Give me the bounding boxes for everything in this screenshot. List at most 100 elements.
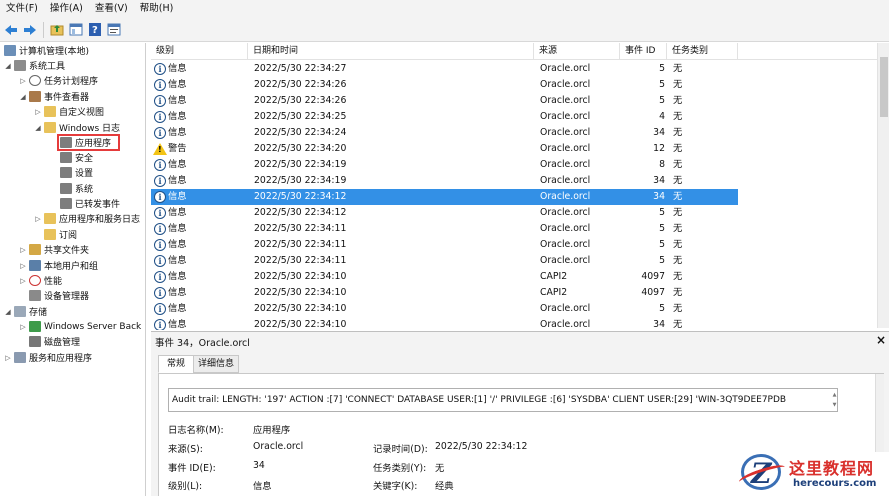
table-row[interactable]: i 信息 2022/5/30 22:34:10 Oracle.orcl 5 无 xyxy=(151,301,738,317)
table-row[interactable]: i 信息 2022/5/30 22:34:26 Oracle.orcl 5 无 xyxy=(151,77,738,93)
tree-item-root[interactable]: 计算机管理(本地) xyxy=(2,43,89,58)
menu-bar: 文件(F) 操作(A) 查看(V) 帮助(H) xyxy=(0,0,889,18)
cell-level: 信息 xyxy=(168,223,187,234)
collapsed-arrow-icon[interactable]: ▷ xyxy=(34,108,42,116)
collapsed-arrow-icon[interactable]: ▷ xyxy=(19,262,27,270)
table-row[interactable]: i 信息 2022/5/30 22:34:24 Oracle.orcl 34 无 xyxy=(151,125,738,141)
table-row[interactable]: i 信息 2022/5/30 22:34:12 Oracle.orcl 5 无 xyxy=(151,205,738,221)
toolbar-separator xyxy=(43,21,44,38)
tree-item-disk-management[interactable]: 磁盘管理 xyxy=(27,334,80,349)
tree-item-apps-services-logs[interactable]: ▷ 应用程序和服务日志 xyxy=(34,211,140,226)
tree-item-forwarded-events[interactable]: 已转发事件 xyxy=(58,196,120,211)
table-row[interactable]: i 信息 2022/5/30 22:34:19 Oracle.orcl 34 无 xyxy=(151,173,738,189)
event-id-label: 事件 ID(E): xyxy=(168,463,216,474)
tree-item-task-scheduler[interactable]: ▷ 任务计划程序 xyxy=(19,73,98,88)
cell-event-id: 12 xyxy=(653,143,665,154)
cell-task-category: 无 xyxy=(673,175,683,186)
cell-event-id: 5 xyxy=(659,303,665,314)
back-arrow-icon[interactable] xyxy=(3,22,19,38)
log-name-label: 日志名称(M): xyxy=(168,425,224,436)
column-header-level[interactable]: 级别 xyxy=(151,43,248,60)
up-folder-icon[interactable] xyxy=(49,22,65,38)
highlight-annotation-box xyxy=(57,134,120,151)
keywords-value: 经典 xyxy=(435,481,454,492)
show-hide-tree-icon[interactable] xyxy=(68,22,84,38)
tree-item-shared-folders[interactable]: ▷ 共享文件夹 xyxy=(19,242,89,257)
collapsed-arrow-icon[interactable]: ▷ xyxy=(4,354,12,362)
cell-level: 信息 xyxy=(168,63,187,74)
table-row[interactable]: i 信息 2022/5/30 22:34:10 Oracle.orcl 34 无 xyxy=(151,317,738,330)
menu-file[interactable]: 文件(F) xyxy=(0,0,44,18)
collapsed-arrow-icon[interactable]: ▷ xyxy=(19,77,27,85)
event-list-scrollbar[interactable] xyxy=(877,43,889,328)
cell-event-id: 4 xyxy=(659,111,665,122)
menu-action[interactable]: 操作(A) xyxy=(44,0,89,18)
collapsed-arrow-icon[interactable]: ▷ xyxy=(19,246,27,254)
column-header-task-category[interactable]: 任务类别 xyxy=(667,43,738,60)
log-icon xyxy=(60,183,72,194)
cell-task-category: 无 xyxy=(673,319,683,330)
menu-help[interactable]: 帮助(H) xyxy=(134,0,180,18)
table-row[interactable]: i 信息 2022/5/30 22:34:27 Oracle.orcl 5 无 xyxy=(151,61,738,77)
tree-item-security[interactable]: 安全 xyxy=(58,150,93,165)
info-icon: i xyxy=(154,159,166,171)
table-row[interactable]: i 信息 2022/5/30 22:34:26 Oracle.orcl 5 无 xyxy=(151,93,738,109)
tree-item-performance[interactable]: ▷ 性能 xyxy=(19,273,62,288)
event-message-box[interactable]: Audit trail: LENGTH: '197' ACTION :[7] '… xyxy=(168,388,838,412)
column-header-event-id[interactable]: 事件 ID xyxy=(620,43,667,60)
table-row[interactable]: i 信息 2022/5/30 22:34:19 Oracle.orcl 8 无 xyxy=(151,157,738,173)
tree-item-system[interactable]: 系统 xyxy=(58,181,93,196)
table-row[interactable]: ! 警告 2022/5/30 22:34:20 Oracle.orcl 12 无 xyxy=(151,141,738,157)
table-row[interactable]: i 信息 2022/5/30 22:34:11 Oracle.orcl 5 无 xyxy=(151,237,738,253)
expanded-arrow-icon[interactable]: ◢ xyxy=(4,62,12,70)
column-header-source[interactable]: 来源 xyxy=(534,43,620,60)
subscription-icon xyxy=(44,229,56,240)
properties-icon[interactable] xyxy=(106,22,122,38)
close-icon[interactable]: × xyxy=(876,333,886,347)
scrollbar-thumb[interactable] xyxy=(880,57,888,117)
tree-item-event-viewer[interactable]: ◢ 事件查看器 xyxy=(19,89,89,104)
menu-view[interactable]: 查看(V) xyxy=(89,0,134,18)
collapsed-arrow-icon[interactable]: ▷ xyxy=(34,215,42,223)
collapsed-arrow-icon[interactable]: ▷ xyxy=(19,323,27,331)
tree-item-device-manager[interactable]: 设备管理器 xyxy=(27,288,89,303)
tree-item-custom-views[interactable]: ▷ 自定义视图 xyxy=(34,104,104,119)
forward-arrow-icon[interactable] xyxy=(22,22,38,38)
tree-item-services-apps[interactable]: ▷ 服务和应用程序 xyxy=(4,350,92,365)
tree-item-local-users[interactable]: ▷ 本地用户和组 xyxy=(19,258,98,273)
event-viewer-icon xyxy=(29,91,41,102)
logged-label: 记录时间(D): xyxy=(373,444,428,455)
tree-item-windows-server-backup[interactable]: ▷ Windows Server Back xyxy=(19,319,141,334)
expanded-arrow-icon[interactable]: ◢ xyxy=(19,93,27,101)
tools-icon xyxy=(14,60,26,71)
log-name-value: 应用程序 xyxy=(253,425,291,436)
folder-icon xyxy=(44,106,56,117)
table-row[interactable]: i 信息 2022/5/30 22:34:11 Oracle.orcl 5 无 xyxy=(151,221,738,237)
tree-item-windows-logs[interactable]: ◢ Windows 日志 xyxy=(34,120,120,135)
tab-details[interactable]: 详细信息 xyxy=(193,355,240,373)
table-row[interactable]: i 信息 2022/5/30 22:34:11 Oracle.orcl 5 无 xyxy=(151,253,738,269)
cell-source: Oracle.orcl xyxy=(540,239,591,250)
table-row[interactable]: i 信息 2022/5/30 22:34:10 CAPI2 4097 无 xyxy=(151,285,738,301)
cell-level: 信息 xyxy=(168,239,187,250)
cell-datetime: 2022/5/30 22:34:25 xyxy=(254,111,347,122)
tree-item-setup[interactable]: 设置 xyxy=(58,165,93,180)
table-row[interactable]: i 信息 2022/5/30 22:34:25 Oracle.orcl 4 无 xyxy=(151,109,738,125)
cell-datetime: 2022/5/30 22:34:11 xyxy=(254,223,347,234)
table-row[interactable]: i 信息 2022/5/30 22:34:12 Oracle.orcl 34 无 xyxy=(151,189,738,205)
message-scroll-arrows[interactable]: ▲ ▼ xyxy=(831,390,837,410)
expanded-arrow-icon[interactable]: ◢ xyxy=(34,124,42,132)
table-row[interactable]: i 信息 2022/5/30 22:34:10 CAPI2 4097 无 xyxy=(151,269,738,285)
collapsed-arrow-icon[interactable]: ▷ xyxy=(19,277,27,285)
expanded-arrow-icon[interactable]: ◢ xyxy=(4,308,12,316)
tab-general[interactable]: 常规 xyxy=(158,355,195,373)
tree-item-subscriptions[interactable]: 订阅 xyxy=(42,227,77,242)
clock-icon xyxy=(29,75,41,86)
help-icon[interactable]: ? xyxy=(87,22,103,38)
cell-event-id: 5 xyxy=(659,207,665,218)
log-icon xyxy=(60,152,72,163)
tree-item-storage[interactable]: ◢ 存储 xyxy=(4,304,47,319)
tree-item-system-tools[interactable]: ◢ 系统工具 xyxy=(4,58,65,73)
column-header-datetime[interactable]: 日期和时间 xyxy=(248,43,534,60)
info-icon: i xyxy=(154,79,166,91)
